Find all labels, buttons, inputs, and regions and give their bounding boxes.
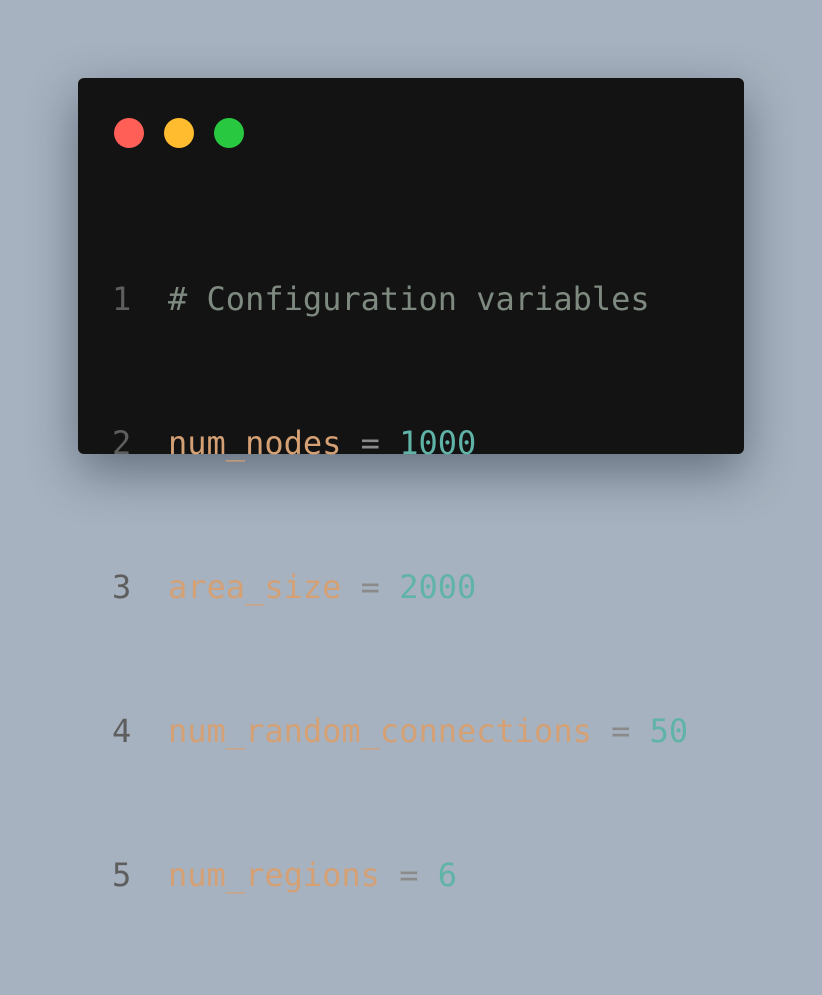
number-literal: 2000 [399, 568, 477, 606]
line-number: 2 [112, 424, 132, 462]
assignment-operator: = [379, 856, 438, 894]
assignment-operator: = [591, 712, 650, 750]
line-number: 1 [112, 280, 132, 318]
code-window: 1 # Configuration variables 2 num_nodes … [78, 78, 744, 894]
code-line: 2 num_nodes = 1000 [78, 419, 688, 467]
code-line: 3 area_size = 2000 [78, 563, 688, 611]
code-comment: # Configuration variables [168, 280, 650, 318]
window-controls [114, 118, 244, 148]
minimize-button[interactable] [164, 118, 194, 148]
line-number: 5 [112, 856, 132, 894]
variable-name: area_size [168, 568, 342, 606]
variable-name: num_regions [168, 856, 380, 894]
code-line: 1 # Configuration variables [78, 275, 688, 323]
line-number: 4 [112, 712, 132, 750]
number-literal: 1000 [399, 424, 477, 462]
maximize-button[interactable] [214, 118, 244, 148]
number-literal: 50 [649, 712, 689, 750]
assignment-operator: = [341, 424, 400, 462]
variable-name: num_random_connections [168, 712, 592, 750]
line-number: 3 [112, 568, 132, 606]
close-button[interactable] [114, 118, 144, 148]
assignment-operator: = [341, 568, 400, 606]
code-line: 4 num_random_connections = 50 [78, 707, 688, 755]
code-line: 5 num_regions = 6 [78, 851, 688, 899]
variable-name: num_nodes [168, 424, 342, 462]
number-literal: 6 [437, 856, 457, 894]
code-block: 1 # Configuration variables 2 num_nodes … [78, 179, 688, 995]
